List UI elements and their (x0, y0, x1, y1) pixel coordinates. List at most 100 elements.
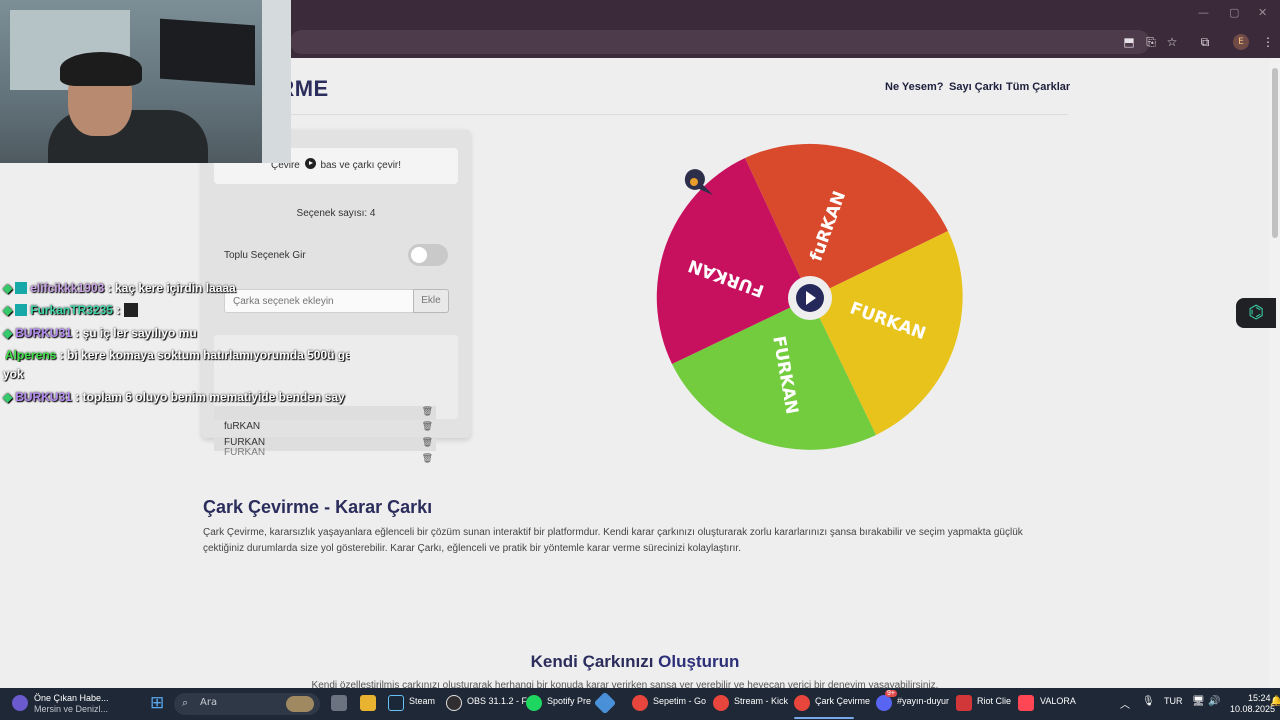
news-title[interactable]: Öne Çıkan Habe... (34, 693, 109, 703)
bookmark-star-icon[interactable]: ☆ (1164, 35, 1180, 49)
obs-icon[interactable] (446, 695, 462, 711)
notifications-icon[interactable]: 🔔 (1270, 696, 1280, 707)
maximize-icon[interactable]: ▢ (1229, 6, 1239, 19)
translate-icon[interactable]: ⎘ (1143, 35, 1159, 50)
taskbar-app-valorant[interactable]: VALORA (1040, 696, 1076, 706)
chat-user: FurkanTR3235 (30, 303, 113, 317)
emote-icon (123, 303, 138, 317)
toggle-knob (411, 247, 427, 263)
taskbar-app-discord[interactable]: #yayın-duyur (897, 696, 949, 706)
gem-icon: ◆ (3, 326, 13, 340)
option-label: fuRKAN (224, 421, 261, 432)
microphone-icon[interactable]: 🎙 (1142, 696, 1155, 707)
chrome-icon[interactable] (713, 695, 729, 711)
search-highlight-icon (286, 696, 314, 712)
delete-icon[interactable]: 🗑 (422, 437, 433, 448)
delete-icon[interactable]: 🗑 (422, 453, 433, 464)
section-title: Kendi Çarkınızı Oluşturun (0, 652, 1270, 672)
active-app-indicator (794, 717, 854, 719)
install-app-icon[interactable]: ⬒ (1121, 35, 1137, 49)
windows-taskbar: Öne Çıkan Habe... Mersin ve Denizl... ⊞ … (0, 688, 1280, 720)
chat-message: yok (3, 367, 24, 381)
taskbar-app-cark[interactable]: Çark Çevirme (815, 696, 870, 706)
network-app-icon[interactable] (593, 691, 617, 715)
taskbar-app-riot[interactable]: Riot Clie (977, 696, 1011, 706)
section-title-part1: Kendi Çarkınızı (530, 652, 659, 671)
chrome-icon[interactable] (794, 695, 810, 711)
spotify-icon[interactable] (526, 695, 542, 711)
chrome-icon[interactable] (632, 695, 648, 711)
option-input[interactable] (224, 289, 414, 313)
chat-user: BURKU31 (15, 326, 72, 340)
nav-link-ne-yesem[interactable]: Ne Yesem? (885, 81, 944, 93)
monitor-icon[interactable]: 🖥 (1192, 696, 1205, 707)
clock-date[interactable]: 10.08.2025 (1230, 704, 1275, 714)
nav-link-sayi-carki[interactable]: Sayı Çarkı (949, 81, 1002, 93)
webcam-overlay (0, 0, 291, 163)
option-label: FURKAN (224, 447, 266, 458)
cam-tv (160, 18, 255, 86)
chat-text: : bi kere komaya soktum hatırlamıyorumda… (59, 348, 350, 362)
article-body: Çark Çevirme, kararsızlık yaşayanlara eğ… (203, 527, 1023, 554)
gem-icon: ◆ (3, 390, 13, 404)
address-bar[interactable] (290, 30, 1150, 54)
search-icon: ⌕ (182, 696, 189, 709)
nav-link-tum-carklar[interactable]: Tüm Çarklar (1006, 81, 1070, 93)
browser-menu-icon[interactable]: ⋮ (1260, 35, 1276, 49)
search-placeholder: Ara (200, 697, 218, 708)
section-title-part2: Oluşturun (658, 652, 740, 671)
news-subtitle[interactable]: Mersin ve Denizl... (34, 704, 108, 714)
notification-badge: 9+ (885, 690, 897, 697)
taskbar-app-obs[interactable]: OBS 31.1.2 - F (467, 696, 527, 706)
list-item: FURKAN 🗑 (214, 447, 436, 467)
language-indicator[interactable]: TUR (1164, 696, 1183, 706)
gem-icon: ◆ (3, 281, 13, 295)
discord-icon[interactable] (876, 695, 892, 711)
riot-icon[interactable] (956, 695, 972, 711)
bulk-entry-toggle[interactable] (408, 244, 448, 266)
chat-message: ◆ BURKU31 : toplam 6 oluyo benim mematiyi… (3, 390, 345, 404)
windows-start-icon[interactable]: ⊞ (150, 693, 164, 713)
section-body: Kendi özelleştirilmiş çarkınızı oluştura… (311, 680, 939, 688)
delete-icon[interactable]: 🗑 (422, 421, 433, 432)
chat-text: yok (3, 367, 24, 381)
chat-user: Alperens (5, 348, 57, 362)
taskbar-search[interactable]: ⌕ Ara (174, 693, 320, 715)
clock-time[interactable]: 15:24 (1248, 693, 1271, 703)
chat-user: elifcikkk1903 (30, 281, 105, 295)
gem-icon: ◆ (3, 303, 13, 317)
extensions-icon[interactable]: ⧉ (1197, 35, 1213, 50)
ai-assistant-button[interactable]: ⌬ (1236, 298, 1276, 328)
chat-message: ◆ FurkanTR3235 : (3, 303, 138, 317)
header-divider (202, 114, 1068, 115)
list-item: 🗑 (214, 406, 436, 420)
volume-icon[interactable]: 🔊 (1208, 696, 1220, 707)
article-title: Çark Çevirme - Karar Çarkı (203, 497, 433, 517)
add-option-button[interactable]: Ekle (413, 289, 449, 313)
taskbar-app-spotify[interactable]: Spotify Pre (547, 696, 591, 706)
taskbar-app-sepetim[interactable]: Sepetim - Go (653, 696, 706, 706)
chat-text: : kaç kere içirdin laaaa (107, 281, 236, 295)
chat-text: : şu iç ler sayılıyo mu (75, 326, 197, 340)
chevron-up-icon[interactable]: ︿ (1120, 696, 1130, 711)
weather-widget-icon[interactable] (12, 695, 28, 711)
valorant-icon[interactable] (1018, 695, 1034, 711)
taskbar-app-steam[interactable]: Steam (409, 696, 435, 706)
decision-wheel[interactable]: fuRKAN FURKAN FURKAN FURKAN (655, 143, 975, 463)
minimize-icon[interactable]: — (1198, 6, 1209, 19)
bulk-entry-label: Toplu Seçenek Gir (224, 250, 306, 261)
profile-avatar[interactable]: E (1233, 34, 1249, 50)
list-item: fuRKAN 🗑 (214, 421, 436, 435)
chat-text: : (116, 303, 121, 317)
task-view-icon[interactable] (331, 695, 347, 711)
badge-icon (15, 304, 28, 316)
taskbar-app-stream[interactable]: Stream - Kick (734, 696, 788, 706)
steam-icon[interactable] (388, 695, 404, 711)
streamer-hair (60, 52, 142, 86)
hint-text-end: bas ve çarkı çevir! (320, 160, 402, 171)
delete-icon[interactable]: 🗑 (422, 406, 433, 417)
close-icon[interactable]: ✕ (1258, 6, 1267, 19)
file-explorer-icon[interactable] (360, 695, 376, 711)
scrollbar-thumb[interactable] (1272, 68, 1278, 238)
badge-icon (15, 282, 28, 294)
